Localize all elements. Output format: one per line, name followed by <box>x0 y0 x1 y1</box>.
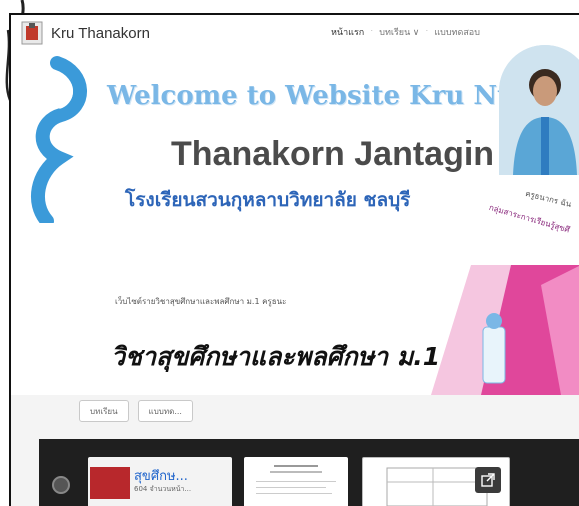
document-title: สุขศึกษ... <box>134 469 188 484</box>
document-card[interactable]: สุขศึกษ... 604 จำนวนหน้า... <box>88 457 232 506</box>
subject-banner: เว็บไซต์รายวิชาสุขศึกษาและพลศึกษา ม.1 คร… <box>11 265 579 395</box>
banner-title: วิชาสุขศึกษาและพลศึกษา ม.1 <box>111 342 441 371</box>
document-subtitle: 604 จำนวนหน้า... <box>134 485 192 493</box>
lessons-button[interactable]: บทเรียน <box>79 400 129 422</box>
nav-separator: · <box>425 25 429 35</box>
tests-button[interactable]: แบบทด... <box>137 400 193 422</box>
gallery-nav-icon[interactable] <box>52 476 70 494</box>
portrait-caption-name: ครูธนากร ฉัน <box>524 188 573 210</box>
top-navigation: หน้าแรก · บทเรียน ∨ · แบบทดสอบ <box>331 25 480 39</box>
banner-pink-graphic <box>431 265 579 395</box>
welcome-heading: Welcome to Website Kru Nut <box>107 81 529 111</box>
nav-item-tests[interactable]: แบบทดสอบ <box>434 25 480 39</box>
school-emblem-swirl <box>30 56 87 223</box>
document-page-preview[interactable] <box>244 457 348 506</box>
nav-item-lessons[interactable]: บทเรียน ∨ <box>379 25 419 39</box>
banner-subtitle: เว็บไซต์รายวิชาสุขศึกษาและพลศึกษา ม.1 คร… <box>115 297 287 306</box>
school-name: โรงเรียนสวนกุหลาบวิทยาลัย ชลบุรี <box>125 189 411 211</box>
document-gallery-strip: สุขศึกษ... 604 จำนวนหน้า... <box>39 439 579 506</box>
nav-item-home[interactable]: หน้าแรก <box>331 25 364 39</box>
nav-separator: · <box>370 25 374 35</box>
banner-buttons: บทเรียน แบบทด... <box>79 400 193 422</box>
open-external-icon[interactable] <box>475 467 501 493</box>
browser-viewport: Kru Thanakorn หน้าแรก · บทเรียน ∨ · แบบท… <box>9 13 579 506</box>
document-thumbnail <box>90 467 130 499</box>
site-logo-icon[interactable] <box>21 21 43 45</box>
site-header: Kru Thanakorn หน้าแรก · บทเรียน ∨ · แบบท… <box>11 15 579 265</box>
teacher-portrait <box>499 45 579 175</box>
teacher-name: Thanakorn Jantagin <box>171 135 495 173</box>
site-name[interactable]: Kru Thanakorn <box>51 25 150 42</box>
